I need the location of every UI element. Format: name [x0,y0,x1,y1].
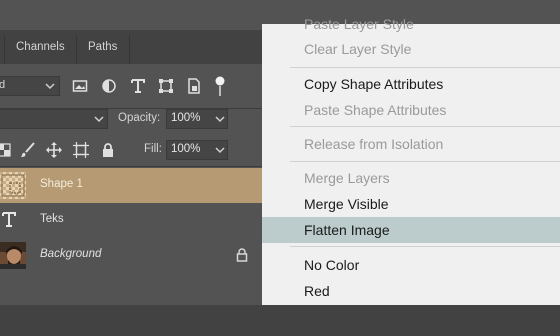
menu-separator [290,161,560,162]
type-layer-icon [2,212,16,227]
context-menu: Paste Layer Style Clear Layer Style Copy… [262,16,560,305]
opacity-label: Opacity: [118,112,161,124]
menu-item-label: Merge Layers [304,170,390,186]
menu-item-label: Flatten Image [304,222,390,238]
menu-item-label: Clear Layer Style [304,41,412,57]
filter-kind-select[interactable]: d [0,76,60,96]
panel-tab-bar: Channels Paths [0,30,262,64]
tab-divider [4,36,5,64]
menu-item-label: Paste Shape Attributes [304,102,447,118]
lock-row: Fill: 100% [0,134,262,167]
lock-icon [236,248,248,262]
menu-item-paste-layer-style[interactable]: Paste Layer Style [262,11,560,37]
layer-name: Background [40,248,102,260]
menu-item-clear-layer-style[interactable]: Clear Layer Style [262,36,560,62]
menu-separator [290,246,560,247]
menu-item-release-from-isolation[interactable]: Release from Isolation [262,131,560,157]
filter-kind-value-fragment: d [0,79,6,91]
layer-name: Teks [40,213,64,225]
menu-item-merge-visible[interactable]: Merge Visible [262,191,560,217]
layer-row-teks[interactable]: Teks [0,203,262,238]
artboard-icon[interactable] [73,142,89,158]
menu-item-label: No Color [304,257,360,273]
blend-row: Opacity: 100% [0,108,262,134]
menu-item-label: Copy Shape Attributes [304,76,444,92]
opacity-value: 100% [171,112,201,124]
move-icon[interactable] [46,142,62,158]
menu-item-label: Red [304,283,330,299]
filter-toggle-icon[interactable] [214,76,226,98]
menu-item-label: Paste Layer Style [304,16,414,32]
adjustment-layer-filter-icon[interactable] [101,78,117,94]
background-photo-thumbnail [0,242,26,269]
menu-item-flatten-image[interactable]: Flatten Image [262,217,560,243]
menu-item-label: Release from Isolation [304,136,444,152]
type-layer-filter-icon[interactable] [130,78,146,94]
smart-object-filter-icon[interactable] [186,78,202,94]
chevron-down-icon [215,116,225,123]
pixel-layer-filter-icon[interactable] [72,78,88,94]
menu-item-red[interactable]: Red [262,278,560,304]
brush-icon[interactable] [20,142,36,158]
layers-panel: Channels Paths d Opacity: 100% Fill: 100… [0,0,262,305]
fill-field[interactable]: 100% [166,140,228,160]
menu-item-paste-shape-attributes[interactable]: Paste Shape Attributes [262,97,560,123]
layer-name: Shape 1 [40,178,83,190]
opacity-field[interactable]: 100% [166,109,228,129]
blend-mode-select[interactable] [0,109,108,129]
bottom-bar [0,305,560,336]
layer-row-shape-1[interactable]: Shape 1 [0,168,262,203]
chevron-down-icon [94,116,104,123]
fill-label: Fill: [144,143,162,155]
menu-separator [290,126,560,127]
fill-value: 100% [171,143,201,155]
menu-item-label: Merge Visible [304,196,389,212]
tab-channels[interactable]: Channels [16,41,65,53]
tab-divider [76,36,77,64]
menu-separator [290,67,560,68]
menu-item-no-color[interactable]: No Color [262,252,560,278]
chevron-down-icon [45,83,55,90]
shape-layer-thumbnail [0,172,26,199]
tab-paths[interactable]: Paths [88,41,117,53]
chevron-down-icon [215,147,225,154]
layer-row-background[interactable]: Background [0,238,262,273]
menu-item-copy-shape-attributes[interactable]: Copy Shape Attributes [262,71,560,97]
layer-filter-row: d [0,64,262,109]
lock-transparent-pixels-icon[interactable] [0,142,12,158]
menu-item-merge-layers[interactable]: Merge Layers [262,165,560,191]
tab-divider [129,36,130,64]
lock-all-icon[interactable] [100,142,116,158]
shape-layer-filter-icon[interactable] [158,78,174,94]
